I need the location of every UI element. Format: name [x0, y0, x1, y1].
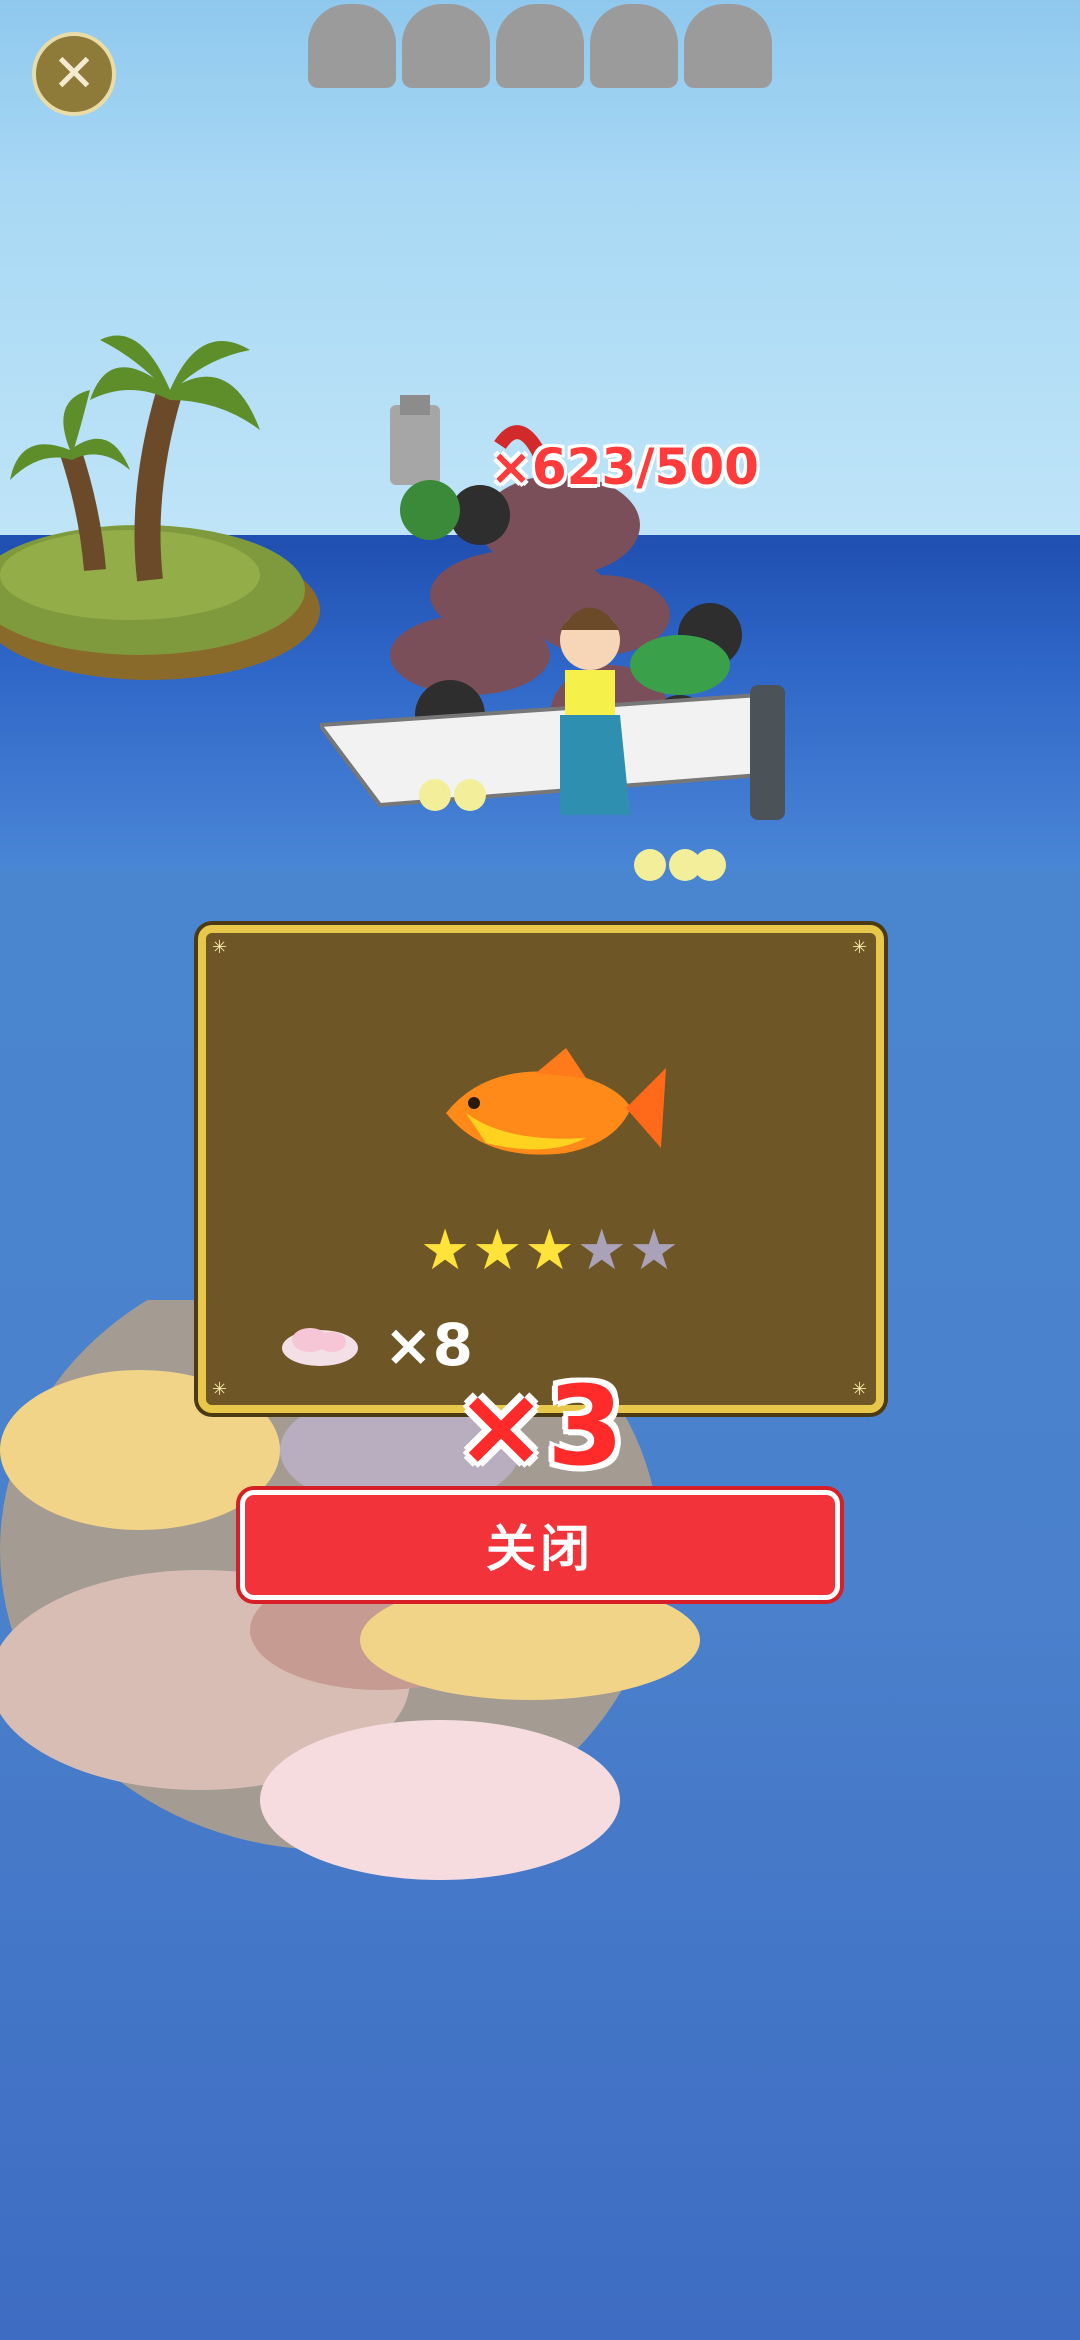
catch-slot [308, 4, 396, 88]
rating-stars: ★ ★ ★ ★ ★ [420, 1223, 679, 1279]
reward-multiplier: ×3 [455, 1362, 624, 1490]
catch-slot [684, 4, 772, 88]
catch-slots [308, 4, 772, 88]
panel-corner: ✳ [212, 1379, 228, 1400]
palm-island [0, 335, 320, 680]
panel-corner: ✳ [212, 937, 228, 958]
result-panel: ✳ ✳ ✳ ✳ ★ ★ ★ ★ ★ ×8 [198, 925, 884, 1413]
catch-slot [496, 4, 584, 88]
panel-corner: ✳ [852, 937, 868, 958]
star-filled-icon: ★ [524, 1218, 575, 1283]
bait-icon [282, 1328, 358, 1366]
star-empty-icon: ★ [628, 1218, 680, 1283]
exit-button[interactable]: ✕ [32, 32, 116, 116]
panel-corner: ✳ [852, 1379, 868, 1400]
star-filled-icon: ★ [472, 1218, 523, 1283]
close-button[interactable]: 关闭 [240, 1490, 840, 1600]
close-icon: ✕ [52, 44, 96, 104]
catch-slot [402, 4, 490, 88]
star-empty-icon: ★ [576, 1218, 627, 1283]
catch-count: ×623/500 [490, 438, 759, 496]
goldfish-icon [446, 1048, 666, 1155]
catch-slot [590, 4, 678, 88]
star-filled-icon: ★ [420, 1218, 471, 1283]
